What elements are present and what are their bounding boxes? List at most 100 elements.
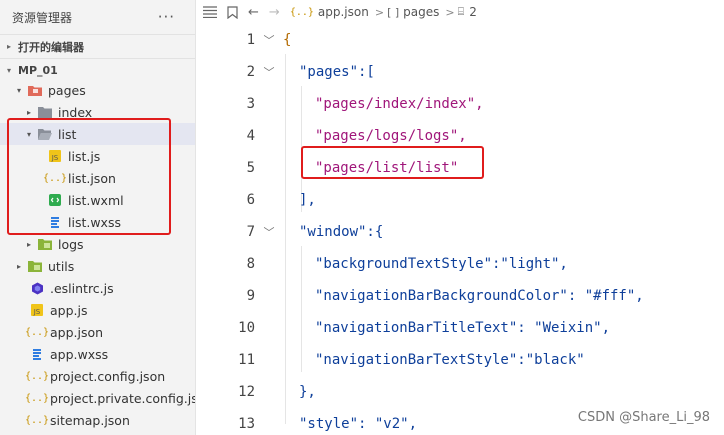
code-text: "window":{ <box>299 224 384 240</box>
chevron-right-icon: ▸ <box>6 42 11 51</box>
json-file-icon: {..} <box>24 326 50 338</box>
code-line[interactable]: 11 "navigationBarTextStyle":"black" <box>197 344 724 376</box>
code-line[interactable]: 6 ], <box>197 184 724 216</box>
code-text: "pages/list/list" <box>315 160 459 176</box>
line-number: 10 <box>238 320 255 336</box>
more-actions-button[interactable]: ··· <box>158 8 175 26</box>
breadcrumb-file-label: app.json <box>317 5 369 19</box>
chevron-down-icon: ▾ <box>16 85 21 95</box>
tree-item-label: project.private.config.js... <box>50 390 196 406</box>
folder-green-icon <box>38 238 52 250</box>
tree-item-label: utils <box>48 258 75 274</box>
code-line[interactable]: 7 ﹀ "window":{ <box>197 216 724 248</box>
explorer-header: 资源管理器 ··· <box>0 0 195 34</box>
tree-item-logs[interactable]: ▸ logs <box>0 233 195 255</box>
js-file-icon: JS <box>30 304 44 316</box>
code-text: { <box>283 32 292 48</box>
json-file-icon: {..} <box>24 392 50 404</box>
tree-item-list[interactable]: ▾ list <box>0 123 195 145</box>
code-line[interactable]: 12 }, <box>197 376 724 408</box>
tree-item-list-json[interactable]: {..} list.json <box>0 167 195 189</box>
line-number: 7 <box>246 224 255 240</box>
json-file-icon: {..} <box>289 6 314 18</box>
bookmark-icon[interactable] <box>227 5 238 19</box>
code-line[interactable]: 2 ﹀ "pages":[ <box>197 56 724 88</box>
json-file-icon: {..} <box>24 370 50 382</box>
code-line[interactable]: 3 "pages/index/index", <box>197 88 724 120</box>
tree-item-label: app.wxss <box>50 346 109 362</box>
tree-item-app-json[interactable]: {..} app.json <box>0 321 195 343</box>
wxss-file-icon <box>48 216 62 228</box>
tree-item-label: index <box>58 104 93 120</box>
code-line[interactable]: 4 "pages/logs/logs", <box>197 120 724 152</box>
open-editors-section[interactable]: ▸ 打开的编辑器 <box>0 34 195 58</box>
code-text: "style": "v2", <box>299 416 418 432</box>
fold-chevron-icon[interactable]: ﹀ <box>255 64 283 80</box>
tree-item-label: app.json <box>50 324 104 340</box>
tree-item-label: list.wxml <box>68 192 124 208</box>
line-number: 6 <box>246 192 255 208</box>
code-line[interactable]: 10 "navigationBarTitleText": "Weixin", <box>197 312 724 344</box>
tree-item-utils[interactable]: ▸ utils <box>0 255 195 277</box>
json-file-icon: {..} <box>24 414 50 426</box>
string-item-icon: ⌸ <box>457 5 465 18</box>
tree-item-list-wxml[interactable]: list.wxml <box>0 189 195 211</box>
code-line[interactable]: 9 "navigationBarBackgroundColor": "#fff"… <box>197 280 724 312</box>
line-number: 9 <box>246 288 255 304</box>
eslint-file-icon <box>30 282 44 294</box>
code-line[interactable]: 5 "pages/list/list" <box>197 152 724 184</box>
fold-chevron-icon[interactable]: ﹀ <box>255 32 283 48</box>
code-text: "pages/logs/logs", <box>315 128 467 144</box>
code-line[interactable]: 1 ﹀ { <box>197 24 724 56</box>
code-text: "pages/index/index", <box>315 96 484 112</box>
tree-item-label: list.js <box>68 148 101 164</box>
folder-green-icon <box>28 260 42 272</box>
list-icon[interactable] <box>203 6 217 18</box>
tree-item-eslintrc[interactable]: .eslintrc.js <box>0 277 195 299</box>
tree-item-label: sitemap.json <box>50 412 130 428</box>
tree-item-app-js[interactable]: JS app.js <box>0 299 195 321</box>
tree-item-list-js[interactable]: JS list.js <box>0 145 195 167</box>
line-number: 1 <box>246 32 255 48</box>
explorer-title: 资源管理器 <box>12 10 73 25</box>
tree-item-label: .eslintrc.js <box>50 280 114 296</box>
fold-chevron-icon[interactable]: ﹀ <box>255 224 283 240</box>
line-number: 5 <box>246 160 255 176</box>
tree-item-label: logs <box>58 236 84 252</box>
breadcrumb-separator: > <box>374 5 385 19</box>
chevron-down-icon: ▾ <box>6 66 11 75</box>
tree-item-list-wxss[interactable]: list.wxss <box>0 211 195 233</box>
folder-red-icon <box>28 84 42 96</box>
code-line[interactable]: 8 "backgroundTextStyle":"light", <box>197 248 724 280</box>
svg-text:JS: JS <box>33 308 41 316</box>
arrow-left-icon[interactable]: ← <box>248 5 259 20</box>
breadcrumb-separator: > <box>445 5 455 19</box>
arrow-right-icon[interactable]: → <box>269 5 280 20</box>
tree-item-label: pages <box>48 82 86 98</box>
breadcrumb-section[interactable]: [ ] pages <box>387 5 439 19</box>
tree-item-project-config[interactable]: {..} project.config.json <box>0 365 195 387</box>
line-number: 4 <box>246 128 255 144</box>
tree-item-index[interactable]: ▸ index <box>0 101 195 123</box>
tree-item-label: app.js <box>50 302 88 318</box>
code-editor[interactable]: 1 ﹀ { 2 ﹀ "pages":[ 3 "pages/index/index… <box>197 24 724 435</box>
json-file-icon: {..} <box>42 172 68 184</box>
tree-item-project-private-config[interactable]: {..} project.private.config.js... <box>0 387 196 409</box>
code-text: "backgroundTextStyle":"light", <box>315 256 568 272</box>
breadcrumb-item[interactable]: ⌸ 2 <box>458 5 477 19</box>
code-text: ], <box>299 192 316 208</box>
chevron-down-icon: ▾ <box>26 129 31 139</box>
folder-gray-open-icon <box>38 128 52 140</box>
svg-text:JS: JS <box>51 154 59 162</box>
tree-item-pages[interactable]: ▾ pages <box>0 79 195 101</box>
tree-item-sitemap[interactable]: {..} sitemap.json <box>0 409 195 431</box>
code-text: "navigationBarTextStyle":"black" <box>315 352 585 368</box>
tree-item-app-wxss[interactable]: app.wxss <box>0 343 195 365</box>
watermark: CSDN @Share_Li_98 <box>577 410 710 425</box>
breadcrumb: ← → {..} app.json > [ ] pages > ⌸ 2 <box>197 0 724 24</box>
chevron-right-icon: ▸ <box>26 239 31 249</box>
array-icon: [ ] <box>387 5 400 19</box>
wxss-file-icon <box>30 348 44 360</box>
code-text: "pages":[ <box>299 64 375 80</box>
breadcrumb-file[interactable]: {..} app.json <box>290 5 369 19</box>
